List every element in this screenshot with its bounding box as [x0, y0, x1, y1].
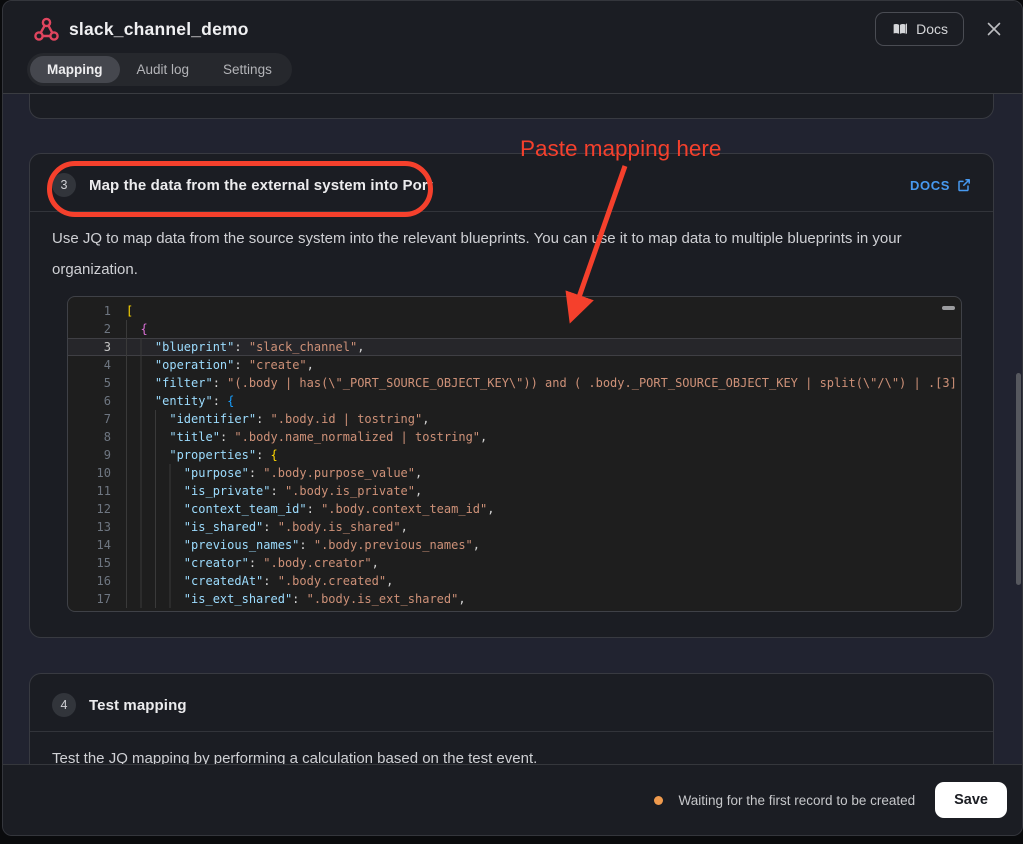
code-line: 5 "filter": "(.body | has(\"_PORT_SOURCE… [68, 374, 961, 392]
section-title: Map the data from the external system in… [89, 177, 433, 194]
tab-mapping[interactable]: Mapping [30, 56, 120, 83]
code-lines: 1[2 {3 "blueprint": "slack_channel",4 "o… [68, 302, 961, 608]
code-line: 16 "createdAt": ".body.created", [68, 572, 961, 590]
data-source-modal: slack_channel_demo Docs MappingAudit log… [2, 0, 1023, 836]
status-text: Waiting for the first record to be creat… [679, 793, 916, 808]
tab-audit-log[interactable]: Audit log [120, 56, 207, 83]
webhook-icon [33, 16, 60, 43]
modal-content: 3 Map the data from the external system … [3, 94, 1022, 764]
modal-title: slack_channel_demo [69, 19, 249, 40]
modal-header: slack_channel_demo Docs MappingAudit log… [3, 1, 1022, 94]
code-line: 3 "blueprint": "slack_channel", [68, 338, 961, 356]
status-dot-icon [654, 796, 663, 805]
docs-button[interactable]: Docs [875, 12, 964, 46]
external-link-icon [957, 178, 971, 192]
book-icon [891, 22, 908, 37]
save-button[interactable]: Save [935, 782, 1007, 818]
jq-mapping-editor[interactable]: 1[2 {3 "blueprint": "slack_channel",4 "o… [67, 296, 962, 612]
code-line: 12 "context_team_id": ".body.context_tea… [68, 500, 961, 518]
tab-settings[interactable]: Settings [206, 56, 289, 83]
close-icon[interactable] [982, 17, 1006, 41]
code-line: 7 "identifier": ".body.id | tostring", [68, 410, 961, 428]
code-line: 1[ [68, 302, 961, 320]
modal-footer: Waiting for the first record to be creat… [3, 764, 1022, 835]
step-number-badge: 3 [52, 173, 76, 197]
code-line: 13 "is_shared": ".body.is_shared", [68, 518, 961, 536]
code-line: 15 "creator": ".body.creator", [68, 554, 961, 572]
previous-section-card [29, 94, 994, 119]
scrollbar-thumb[interactable] [1016, 373, 1021, 585]
code-line: 8 "title": ".body.name_normalized | tost… [68, 428, 961, 446]
code-line: 10 "purpose": ".body.purpose_value", [68, 464, 961, 482]
section-title: Test mapping [89, 697, 187, 714]
section-map-data: 3 Map the data from the external system … [29, 153, 994, 638]
docs-button-label: Docs [916, 21, 948, 37]
code-line: 2 { [68, 320, 961, 338]
code-line: 4 "operation": "create", [68, 356, 961, 374]
editor-scrollbar[interactable] [942, 306, 955, 310]
section-description: Use JQ to map data from the source syste… [30, 212, 990, 285]
code-line: 11 "is_private": ".body.is_private", [68, 482, 961, 500]
tab-bar: MappingAudit logSettings [27, 53, 292, 86]
step-number-badge: 4 [52, 693, 76, 717]
docs-link[interactable]: DOCS [910, 178, 971, 193]
docs-link-label: DOCS [910, 178, 950, 193]
code-line: 14 "previous_names": ".body.previous_nam… [68, 536, 961, 554]
code-line: 9 "properties": { [68, 446, 961, 464]
code-line: 6 "entity": { [68, 392, 961, 410]
code-line: 17 "is_ext_shared": ".body.is_ext_shared… [68, 590, 961, 608]
